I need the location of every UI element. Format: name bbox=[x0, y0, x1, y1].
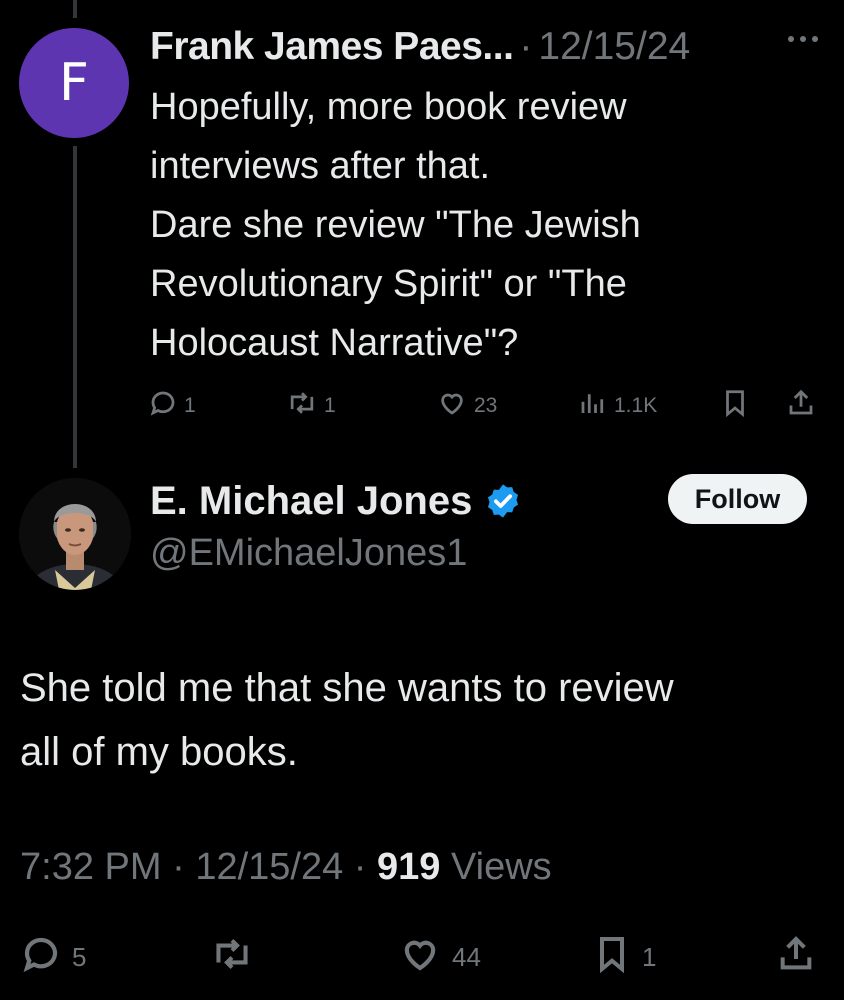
more-horizontal-icon[interactable] bbox=[786, 20, 820, 51]
meta-separator: · bbox=[353, 846, 367, 888]
tweet-metadata: 7:32 PM · 12/15/24 · 919 Views bbox=[20, 846, 552, 889]
reply-count: 1 bbox=[184, 394, 196, 417]
reply-author-name[interactable]: Frank James Paes... bbox=[150, 25, 514, 69]
thread-line-top bbox=[73, 0, 77, 18]
repost-icon bbox=[286, 388, 318, 424]
reply-separator: · bbox=[519, 25, 533, 68]
reply-reply-button[interactable]: 1 bbox=[148, 386, 196, 426]
tweet-time[interactable]: 7:32 PM bbox=[20, 846, 162, 888]
heart-icon bbox=[398, 933, 442, 982]
bookmark-button[interactable]: 1 bbox=[592, 934, 656, 980]
bookmark-icon bbox=[592, 932, 632, 983]
tweet-detail-view: F Frank James Paes... · 12/15/24 Hopeful… bbox=[0, 0, 844, 1000]
tweet-text: She told me that she wants to review all… bbox=[20, 656, 820, 784]
like-button[interactable]: 44 bbox=[398, 934, 481, 980]
bookmark-icon bbox=[720, 387, 750, 425]
reply-like-button[interactable]: 23 bbox=[436, 386, 497, 426]
reply-text-line: Holocaust Narrative"? bbox=[150, 322, 519, 364]
reply-header: Frank James Paes... · 12/15/24 bbox=[150, 22, 830, 72]
author-name[interactable]: E. Michael Jones bbox=[150, 479, 472, 524]
author-avatar[interactable] bbox=[19, 478, 131, 590]
share-button[interactable] bbox=[776, 934, 816, 980]
repost-count: 1 bbox=[324, 394, 336, 417]
tweet-views-count: 919 bbox=[377, 846, 441, 888]
author-handle[interactable]: @EMichaelJones1 bbox=[150, 532, 467, 575]
repost-icon bbox=[210, 933, 254, 982]
reply-views-button[interactable]: 1.1K bbox=[578, 386, 657, 426]
reply-text: Hopefully, more book review interviews a… bbox=[150, 78, 830, 373]
reply-text-line: Dare she review "The Jewish bbox=[150, 204, 641, 246]
verified-badge-icon[interactable] bbox=[484, 482, 522, 520]
reply-author-avatar[interactable]: F bbox=[19, 28, 129, 138]
reply-repost-button[interactable]: 1 bbox=[286, 386, 336, 426]
like-count: 23 bbox=[474, 394, 498, 417]
reply-text-line: Hopefully, more book review bbox=[150, 86, 627, 128]
reply-text-line: interviews after that. bbox=[150, 145, 491, 187]
meta-separator: · bbox=[172, 846, 185, 888]
reply-action-bar: 1 1 23 1.1K bbox=[148, 386, 828, 426]
reply-share-button[interactable] bbox=[786, 386, 816, 426]
tweet-text-line: She told me that she wants to review bbox=[20, 666, 674, 710]
share-icon bbox=[776, 932, 816, 983]
reply-button[interactable]: 5 bbox=[20, 934, 86, 980]
like-count: 44 bbox=[452, 941, 481, 972]
tweet-action-bar: 5 44 1 bbox=[20, 934, 830, 980]
reply-count: 5 bbox=[72, 941, 87, 972]
thread-line-connector bbox=[73, 146, 77, 468]
tweet-views-label: Views bbox=[450, 846, 552, 888]
share-icon bbox=[786, 387, 816, 425]
reply-bookmark-button[interactable] bbox=[720, 386, 750, 426]
comment-icon bbox=[148, 388, 178, 424]
tweet-date[interactable]: 12/15/24 bbox=[195, 846, 343, 888]
heart-icon bbox=[436, 388, 468, 424]
views-count: 1.1K bbox=[614, 394, 658, 417]
reply-text-line: Revolutionary Spirit" or "The bbox=[150, 263, 627, 305]
analytics-icon bbox=[578, 388, 608, 424]
follow-button[interactable]: Follow bbox=[668, 474, 807, 524]
comment-icon bbox=[20, 933, 62, 982]
repost-button[interactable] bbox=[210, 934, 264, 980]
reply-date[interactable]: 12/15/24 bbox=[538, 25, 690, 69]
author-name-row: E. Michael Jones bbox=[150, 476, 522, 526]
tweet-text-line: all of my books. bbox=[20, 730, 298, 774]
bookmark-count: 1 bbox=[642, 941, 657, 972]
